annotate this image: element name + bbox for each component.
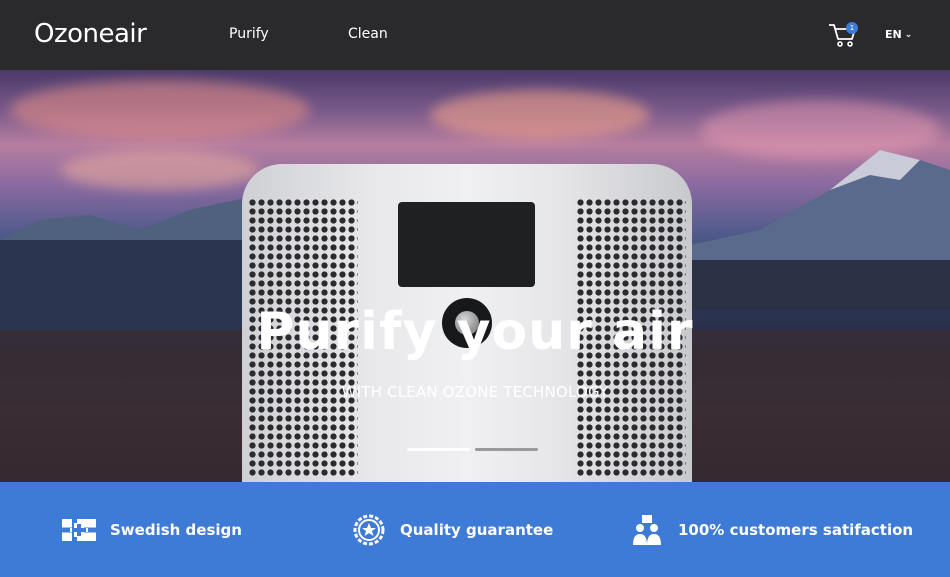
feature-label: Swedish design: [110, 520, 242, 539]
chevron-down-icon: ⌄: [904, 30, 913, 40]
feature-customer-satisfaction: 100% customers satifaction: [630, 482, 913, 577]
features-bar: Swedish design Quality guarantee 100% cu…: [0, 482, 950, 577]
nav-link-clean[interactable]: Clean: [348, 26, 388, 42]
top-navbar: Ozoneair Purify Clean 1 EN ⌄: [0, 0, 950, 70]
feature-quality-guarantee: Quality guarantee: [352, 482, 553, 577]
customers-icon: [630, 514, 664, 546]
carousel-dot-1[interactable]: [407, 448, 470, 451]
hero-subtitle: WITH CLEAN OZONE TECHNOLOGY: [341, 383, 609, 401]
carousel-dot-2[interactable]: [475, 448, 538, 451]
swedish-flag-icon: [62, 514, 96, 546]
hero-title: Purify your air: [256, 302, 694, 362]
language-selector[interactable]: EN ⌄: [885, 28, 912, 41]
feature-swedish-design: Swedish design: [62, 482, 242, 577]
feature-label: Quality guarantee: [400, 520, 554, 539]
hero-banner: Purify your air WITH CLEAN OZONE TECHNOL…: [0, 70, 950, 482]
feature-label: 100% customers satifaction: [678, 520, 914, 539]
brand-logo[interactable]: Ozoneair: [34, 19, 147, 49]
language-label: EN: [885, 28, 902, 41]
device-display: [398, 202, 535, 287]
cart-count-badge: 1: [846, 22, 858, 34]
star-badge-icon: [352, 514, 386, 546]
nav-link-purify[interactable]: Purify: [229, 26, 269, 42]
